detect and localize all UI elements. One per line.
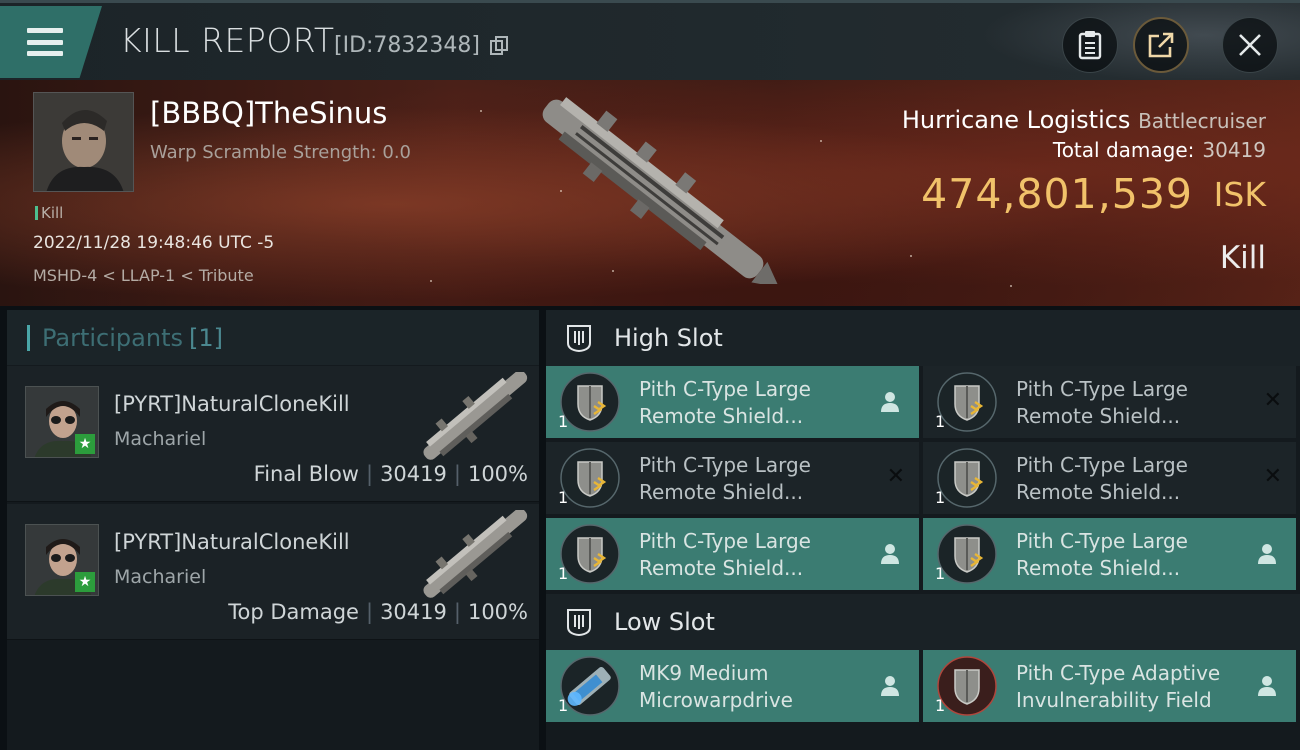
module-quantity: 1 [935, 564, 946, 583]
destroyed-icon: ✕ [886, 464, 905, 489]
destroyed-icon: ✕ [1263, 464, 1282, 489]
warp-scramble-strength: Warp Scramble Strength: 0.0 [150, 142, 412, 163]
module-quantity: 1 [935, 488, 946, 507]
shield-transporter-icon [937, 524, 997, 584]
participant-stats: Top Damage | 30419 | 100% [228, 600, 528, 624]
star-icon: ★ [75, 434, 95, 454]
star-icon: ★ [75, 572, 95, 592]
module-quantity: 1 [935, 696, 946, 715]
share-icon [1148, 32, 1174, 58]
module-name: MK9 Medium Microwarpdrive [639, 661, 793, 712]
report-id: [ID:7832348] [334, 33, 480, 58]
participants-title: Participants [1] [7, 310, 539, 365]
isk-unit: ISK [1213, 175, 1266, 214]
shield-transporter-icon [937, 372, 997, 432]
module-tile[interactable]: 1 Pith C-Type Large Remote Shield... ✕ [923, 442, 1296, 514]
module-tile[interactable]: 1 Pith C-Type Large Remote Shield... ✕ [923, 366, 1296, 438]
low-slot-header: Low Slot [546, 594, 1300, 650]
kill-datetime: 2022/11/28 19:48:46 UTC -5 [33, 233, 275, 253]
module-name: Pith C-Type Large Remote Shield... [1016, 529, 1188, 580]
victim-avatar[interactable] [33, 92, 134, 192]
module-quantity: 1 [935, 412, 946, 431]
online-status-icon [1258, 676, 1276, 696]
destroyed-icon: ✕ [1263, 388, 1282, 413]
module-name: Pith C-Type Large Remote Shield... [639, 453, 811, 504]
share-button[interactable] [1133, 17, 1189, 73]
shield-transporter-icon [937, 448, 997, 508]
participant-ship-image [423, 510, 528, 598]
kill-tag: Kill [35, 204, 63, 222]
hamburger-icon [27, 28, 63, 56]
participant-row[interactable]: ★ [PYRT]NaturalCloneKill Machariel Final… [7, 366, 539, 502]
victim-ship[interactable]: Hurricane Logistics Battlecruiser [902, 106, 1266, 134]
shield-transporter-icon [560, 524, 620, 584]
shield-transporter-icon [560, 372, 620, 432]
module-tile[interactable]: 1 Pith C-Type Large Remote Shield... [546, 366, 919, 438]
module-name: Pith C-Type Large Remote Shield... [1016, 377, 1188, 428]
module-tile[interactable]: 1 Pith C-Type Large Remote Shield... ✕ [546, 442, 919, 514]
invulnerability-field-icon [937, 656, 997, 716]
low-slot-icon [567, 609, 591, 637]
microwarpdrive-icon [560, 656, 620, 716]
module-tile[interactable]: 1 Pith C-Type Adaptive Invulnerability Fie… [923, 650, 1296, 722]
kill-location[interactable]: MSHD-4 < LLAP-1 < Tribute [33, 266, 254, 285]
participant-ship: Machariel [114, 428, 207, 450]
clipboard-icon [1078, 31, 1102, 60]
victim-ship-image[interactable] [528, 94, 778, 284]
online-status-icon [881, 392, 899, 412]
high-slot-header: High Slot [546, 310, 1300, 366]
fitting-panel: High Slot 1 Pith C-Type Large Remote Shiel… [546, 310, 1300, 750]
participants-panel: Participants [1] ★ [PYRT]NaturalCloneKill… [7, 310, 539, 750]
module-name: Pith C-Type Large Remote Shield... [1016, 453, 1188, 504]
module-quantity: 1 [558, 696, 569, 715]
module-quantity: 1 [558, 564, 569, 583]
module-tile[interactable]: 1 Pith C-Type Large Remote Shield... [546, 518, 919, 590]
victim-name[interactable]: [BBBQ]TheSinus [150, 96, 387, 130]
page-title: KILL REPORT [120, 21, 335, 60]
module-name: Pith C-Type Large Remote Shield... [639, 529, 811, 580]
module-tile[interactable]: 1 MK9 Medium Microwarpdrive [546, 650, 919, 722]
module-name: Pith C-Type Large Remote Shield... [639, 377, 811, 428]
clipboard-button[interactable] [1062, 17, 1118, 73]
high-slot-icon [567, 325, 591, 353]
module-name: Pith C-Type Adaptive Invulnerability Fiel… [1016, 661, 1221, 712]
participant-ship: Machariel [114, 566, 207, 588]
copy-icon[interactable] [490, 36, 508, 56]
close-icon [1239, 34, 1261, 56]
participant-row[interactable]: ★ [PYRT]NaturalCloneKill Machariel Top D… [7, 504, 539, 640]
online-status-icon [881, 544, 899, 564]
module-quantity: 1 [558, 488, 569, 507]
participant-name[interactable]: [PYRT]NaturalCloneKill [114, 392, 350, 416]
menu-button[interactable] [0, 6, 102, 78]
shield-transporter-icon [560, 448, 620, 508]
participant-ship-image [423, 372, 528, 460]
module-tile[interactable]: 1 Pith C-Type Large Remote Shield... [923, 518, 1296, 590]
module-quantity: 1 [558, 412, 569, 431]
online-status-icon [881, 676, 899, 696]
total-damage: Total damage: 30419 [1052, 138, 1266, 162]
online-status-icon [1258, 544, 1276, 564]
close-button[interactable] [1222, 17, 1278, 73]
victim-banner: [BBBQ]TheSinus Warp Scramble Strength: 0… [0, 80, 1300, 306]
participant-stats: Final Blow | 30419 | 100% [253, 462, 528, 486]
kill-result: Kill [1219, 240, 1266, 276]
isk-value: 474,801,539 [921, 170, 1193, 218]
header-bar: KILL REPORT [ID:7832348] [0, 0, 1300, 83]
participant-name[interactable]: [PYRT]NaturalCloneKill [114, 530, 350, 554]
